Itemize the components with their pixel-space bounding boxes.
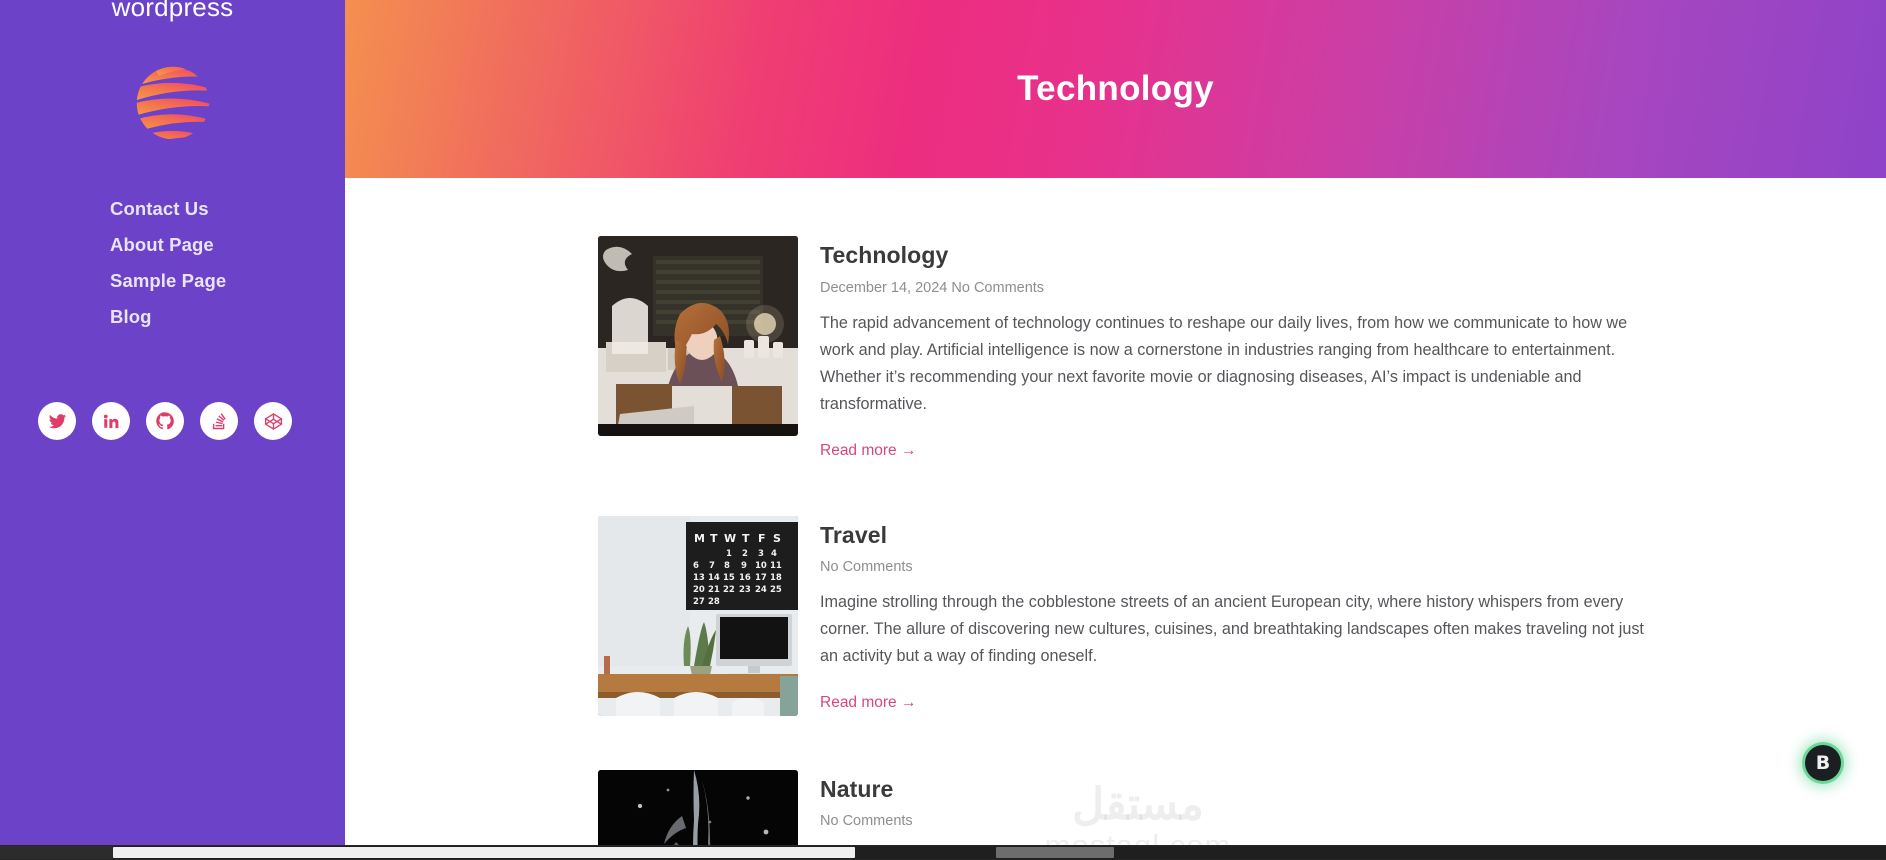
scrollbar-secondary-thumb[interactable]	[996, 847, 1114, 858]
sidebar-link-sample-page[interactable]: Sample Page	[110, 266, 226, 296]
post-meta: No Comments	[820, 813, 913, 830]
post-excerpt: Imagine strolling through the cobbleston…	[820, 593, 1644, 666]
scrollbar-thumb[interactable]	[113, 847, 855, 858]
svg-text:25: 25	[770, 585, 782, 595]
post-body: Nature No Comments	[820, 770, 1706, 845]
social-links	[0, 402, 345, 440]
post-list: مستقل mostaql.com	[345, 178, 1886, 845]
post-meta: No Comments	[820, 559, 913, 576]
svg-text:W: W	[724, 532, 736, 545]
svg-text:S: S	[773, 532, 781, 545]
post-thumbnail[interactable]	[598, 769, 798, 845]
svg-text:6: 6	[693, 561, 699, 571]
svg-text:21: 21	[708, 585, 720, 595]
sidebar-link-contact-us[interactable]: Contact Us	[110, 194, 209, 224]
svg-text:22: 22	[723, 585, 735, 595]
svg-text:14: 14	[708, 573, 720, 583]
social-link-github[interactable]	[146, 402, 184, 440]
scrollbar-left-corner	[0, 846, 113, 859]
github-icon	[156, 412, 174, 430]
sidebar-item-contact-us[interactable]: Contact Us	[110, 194, 345, 224]
stack-overflow-icon	[212, 413, 226, 430]
svg-text:1: 1	[726, 549, 732, 559]
svg-text:20: 20	[693, 585, 705, 595]
brand-floating-button[interactable]: B	[1805, 745, 1841, 781]
svg-text:3: 3	[758, 549, 764, 559]
post-thumbnail[interactable]: MTW TFS 1234 6 7 8 9 10 11 13 14 15 16 17 18 20 21 2…	[598, 515, 798, 716]
water-splash-on-black-background-image	[598, 769, 798, 845]
page-root: wordpress Contact Us About Page Sample P…	[0, 0, 1886, 860]
svg-text:8: 8	[724, 561, 730, 571]
sidebar: wordpress Contact Us About Page Sample P…	[0, 0, 345, 845]
svg-text:23: 23	[739, 585, 751, 595]
striped-globe-logo-icon	[136, 66, 209, 140]
svg-text:7: 7	[709, 561, 715, 571]
linkedin-icon	[103, 414, 119, 429]
svg-text:17: 17	[755, 573, 767, 583]
page-title: Technology	[1017, 69, 1214, 108]
read-more-link[interactable]: Read more →	[820, 694, 916, 712]
post-item: MTW TFS 1234 6 7 8 9 10 11 13 14 15 16 17 18 20 21 2…	[345, 515, 1886, 716]
desk-with-wall-calendar-and-monitor-image: MTW TFS 1234 6 7 8 9 10 11 13 14 15 16 17 18 20 21 2…	[598, 515, 798, 716]
brand-b-icon: B	[1815, 751, 1831, 774]
post-item: Nature No Comments	[345, 769, 1886, 845]
svg-text:9: 9	[741, 561, 747, 571]
svg-text:28: 28	[708, 597, 720, 607]
sidebar-nav: Contact Us About Page Sample Page Blog	[0, 194, 345, 332]
post-body: Travel No Comments Imagine strolling thr…	[820, 516, 1706, 716]
horizontal-scrollbar[interactable]	[0, 845, 1886, 860]
svg-text:F: F	[758, 532, 766, 545]
post-body: Technology December 14, 2024 No Comments…	[820, 236, 1706, 460]
sidebar-link-blog[interactable]: Blog	[110, 302, 152, 332]
svg-text:M: M	[694, 532, 705, 545]
social-link-codepen[interactable]	[254, 402, 292, 440]
svg-text:11: 11	[770, 561, 782, 571]
read-more-link[interactable]: Read more →	[820, 442, 916, 460]
svg-text:27: 27	[693, 597, 705, 607]
post-title[interactable]: Nature	[820, 776, 1706, 804]
social-link-stack-overflow[interactable]	[200, 402, 238, 440]
codepen-icon	[264, 412, 282, 430]
twitter-icon	[48, 413, 66, 428]
social-link-linkedin[interactable]	[92, 402, 130, 440]
svg-text:T: T	[742, 532, 750, 545]
svg-text:15: 15	[723, 573, 735, 583]
svg-text:16: 16	[739, 573, 751, 583]
social-link-twitter[interactable]	[38, 402, 76, 440]
site-title: wordpress	[111, 0, 234, 22]
sidebar-item-about-page[interactable]: About Page	[110, 230, 345, 260]
svg-text:18: 18	[770, 573, 782, 583]
post-title[interactable]: Travel	[820, 522, 1706, 550]
post-excerpt: The rapid advancement of technology cont…	[820, 313, 1628, 413]
sidebar-item-blog[interactable]: Blog	[110, 302, 345, 332]
post-thumbnail[interactable]	[598, 236, 798, 436]
woman-working-on-laptop-in-cafe-image	[598, 236, 798, 436]
svg-text:13: 13	[693, 573, 705, 583]
svg-text:T: T	[710, 532, 718, 545]
post-meta: December 14, 2024 No Comments	[820, 279, 1045, 296]
svg-text:10: 10	[755, 561, 767, 571]
sidebar-link-about-page[interactable]: About Page	[110, 230, 214, 260]
page-header-banner: Technology	[345, 0, 1886, 178]
svg-text:24: 24	[755, 585, 767, 595]
sidebar-item-sample-page[interactable]: Sample Page	[110, 266, 345, 296]
post-item: Technology December 14, 2024 No Comments…	[345, 236, 1886, 460]
svg-text:4: 4	[771, 549, 777, 559]
site-logo[interactable]	[0, 54, 345, 152]
post-title[interactable]: Technology	[820, 242, 1706, 270]
svg-text:2: 2	[742, 549, 748, 559]
